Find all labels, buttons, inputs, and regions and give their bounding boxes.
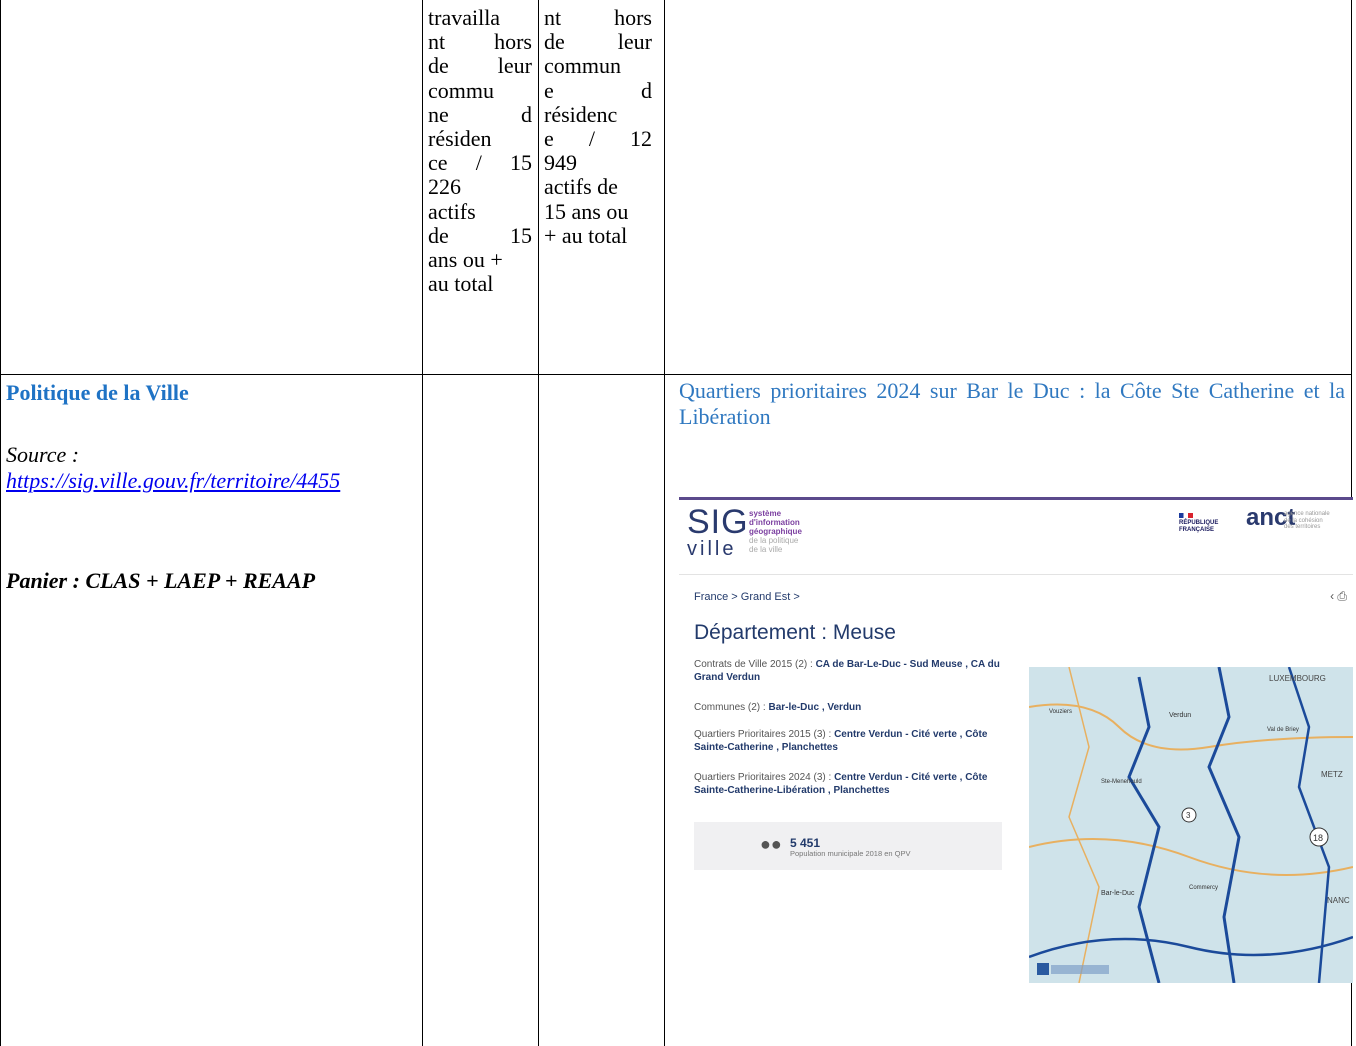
- map-label-metz: METZ: [1321, 770, 1343, 779]
- info-label: Quartiers Prioritaires 2015 (3) :: [694, 729, 835, 740]
- text-line: nt hors: [544, 6, 652, 30]
- rf-line: RÉPUBLIQUE: [1179, 520, 1219, 526]
- table-border-col1: [422, 0, 423, 1046]
- text-line: e/12: [544, 126, 652, 151]
- info-label: Communes (2) :: [694, 702, 769, 713]
- desc-line: de la ville: [749, 545, 783, 554]
- table-border-col3: [664, 0, 665, 1046]
- screenshot-top-border: [679, 497, 1353, 500]
- map-cluster-count: 3: [1186, 811, 1191, 820]
- republique-francaise-logo: RÉPUBLIQUE FRANÇAISE: [1179, 513, 1218, 533]
- population-value: 5 451: [790, 836, 821, 850]
- info-label: Quartiers Prioritaires 2024 (3) :: [694, 772, 835, 783]
- text-line: travailla: [428, 6, 501, 30]
- text-line: de 15: [428, 223, 532, 248]
- text-line: ans ou +: [428, 247, 503, 272]
- text-line: commun: [544, 54, 621, 79]
- contrats-info: Contrats de Ville 2015 (2) : CA de Bar-L…: [694, 659, 1014, 684]
- qp2024-info: Quartiers Prioritaires 2024 (3) : Centre…: [694, 772, 1014, 797]
- desc-line: système: [749, 509, 782, 518]
- map-label-commercy: Commercy: [1189, 885, 1218, 891]
- panier-text: Panier : CLAS + LAEP + REAAP: [6, 568, 316, 593]
- table-border-left: [0, 0, 1, 1046]
- text-line: + au total: [544, 223, 628, 248]
- text-line: actifs: [428, 199, 476, 224]
- source-label: Source :: [6, 442, 80, 467]
- text-line: ed: [544, 78, 652, 103]
- info-label: Contrats de Ville 2015 (2) :: [694, 659, 816, 670]
- text-line: au total: [428, 272, 494, 297]
- anct-subtitle: agence nationale de la cohésion des terr…: [1284, 511, 1330, 531]
- document-table: travailla nt hors de leur commu ne d réside…: [0, 0, 1356, 1046]
- table-border-col2: [538, 0, 539, 1046]
- map-cluster-count: 18: [1313, 833, 1323, 843]
- map-label-verdun: Verdun: [1169, 712, 1191, 719]
- rf-line: FRANÇAISE: [1179, 526, 1215, 533]
- text-line: nt hors: [428, 30, 532, 55]
- anct-line: agence nationale: [1284, 511, 1330, 517]
- text-line: ce/15: [428, 151, 532, 176]
- map-zoom-control[interactable]: [1037, 963, 1049, 975]
- page-title: Département : Meuse: [694, 621, 896, 644]
- text-line: ne d: [428, 102, 532, 127]
- source-link[interactable]: https://sig.ville.gouv.fr/territoire/445…: [6, 468, 396, 494]
- qp2015-info: Quartiers Prioritaires 2015 (3) : Centre…: [694, 729, 1014, 754]
- text-line: actifs de: [544, 175, 618, 200]
- print-icon[interactable]: ‹ ⎙: [1330, 589, 1347, 604]
- sig-description: système d'information géographique de la…: [749, 509, 802, 554]
- text-line: 15 ans ou: [544, 199, 629, 224]
- people-icon: ●●: [760, 834, 782, 854]
- info-value[interactable]: Bar-le-Duc , Verdun: [768, 702, 861, 713]
- map-label-ste-menehould: Ste-Menehould: [1101, 779, 1142, 785]
- map-label-bar-le-duc: Bar-le-Duc: [1101, 890, 1135, 897]
- map-scale-bar: [1051, 965, 1109, 974]
- map-label-val-de-briey: Val de Briey: [1267, 727, 1299, 733]
- population-label: Population municipale 2018 en QPV: [790, 849, 911, 858]
- section-heading: Politique de la Ville: [6, 380, 189, 405]
- row1-col2-text: travailla nt hors de leur commu ne d réside…: [428, 6, 532, 296]
- map-label-vouziers: Vouziers: [1049, 709, 1072, 715]
- figure-caption: Quartiers prioritaires 2024 sur Bar le D…: [679, 378, 1345, 429]
- population-card: ●● 5 451 Population municipale 2018 en Q…: [694, 822, 1002, 870]
- department-map[interactable]: LUXEMBOURG METZ NANC Bar-le-Duc Verdun S…: [1028, 666, 1353, 983]
- text-line: commu: [428, 78, 494, 103]
- embedded-screenshot: SIG ville système d'information géograph…: [679, 497, 1353, 983]
- text-line: de leur: [544, 30, 652, 55]
- map-svg: LUXEMBOURG METZ NANC Bar-le-Duc Verdun S…: [1028, 666, 1353, 983]
- breadcrumb[interactable]: France > Grand Est >: [694, 591, 800, 603]
- header-divider: [679, 574, 1353, 575]
- text-line: résidenc: [544, 102, 618, 127]
- sig-logo: SIG: [687, 503, 749, 541]
- text-line: de leur: [428, 54, 532, 79]
- text-line: 949: [544, 151, 577, 176]
- flag-icon: [1179, 513, 1193, 518]
- text-line: résiden: [428, 126, 492, 151]
- sig-logo-ville: ville: [687, 538, 737, 560]
- desc-line: de la politique: [749, 536, 799, 545]
- table-row-divider: [0, 374, 1352, 375]
- map-label-nanc: NANC: [1327, 896, 1350, 905]
- anct-line: des territoires: [1284, 524, 1321, 530]
- row1-col3-text: nt hors de leur commun ed résidenc e/12 94…: [544, 6, 652, 248]
- desc-line: géographique: [749, 527, 802, 536]
- desc-line: d'information: [749, 518, 800, 527]
- text-line: 226: [428, 175, 461, 200]
- map-label-luxembourg: LUXEMBOURG: [1269, 674, 1326, 683]
- communes-info: Communes (2) : Bar-le-Duc , Verdun: [694, 702, 1014, 715]
